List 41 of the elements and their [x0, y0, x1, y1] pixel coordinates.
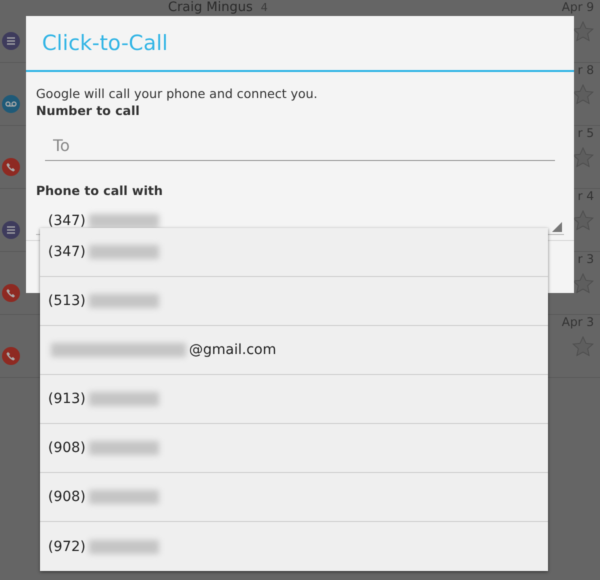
phone-icon	[6, 162, 16, 172]
sender-name: Craig Mingus	[168, 0, 253, 15]
voicemail-icon	[5, 101, 17, 107]
dropdown-option[interactable]: (972)	[40, 522, 548, 571]
number-input-field[interactable]: To	[45, 132, 555, 161]
star-icon[interactable]	[572, 273, 594, 294]
dropdown-corner-icon	[552, 222, 562, 232]
dropdown-option[interactable]: (513)	[40, 277, 548, 326]
dialog-title: Click-to-Call	[26, 16, 574, 72]
redacted-blur	[88, 392, 159, 406]
note-icon	[6, 37, 16, 45]
star-icon[interactable]	[572, 336, 594, 357]
phone-icon	[6, 351, 16, 361]
redacted-blur	[88, 294, 159, 308]
dropdown-option[interactable]: (908)	[40, 473, 548, 522]
redacted-blur	[88, 245, 159, 259]
star-icon[interactable]	[572, 84, 594, 105]
option-text: (972)	[48, 538, 86, 554]
redacted-blur	[88, 540, 159, 554]
selected-phone: (347)	[48, 213, 86, 229]
star-icon[interactable]	[572, 210, 594, 231]
option-text: (908)	[48, 440, 86, 456]
note-icon	[6, 226, 16, 234]
star-icon[interactable]	[572, 21, 594, 42]
redacted-blur	[88, 441, 159, 455]
dropdown-option[interactable]: (908)	[40, 424, 548, 473]
option-text: (347)	[48, 244, 86, 260]
redacted-blur	[88, 490, 159, 504]
star-icon[interactable]	[572, 147, 594, 168]
redacted-blur	[88, 214, 159, 228]
option-text: (513)	[48, 293, 86, 309]
dropdown-option[interactable]: (913)	[40, 375, 548, 424]
option-text: @gmail.com	[189, 342, 276, 358]
phone-icon	[6, 288, 16, 298]
dropdown-option[interactable]: (347)	[40, 228, 548, 277]
option-text: (908)	[48, 489, 86, 505]
option-text: (913)	[48, 391, 86, 407]
dropdown-option[interactable]: @gmail.com	[40, 326, 548, 375]
field-label: Phone to call with	[36, 183, 164, 198]
dialog-message: Google will call your phone and connect you.	[36, 86, 319, 101]
field-label: Number to call	[36, 103, 141, 118]
